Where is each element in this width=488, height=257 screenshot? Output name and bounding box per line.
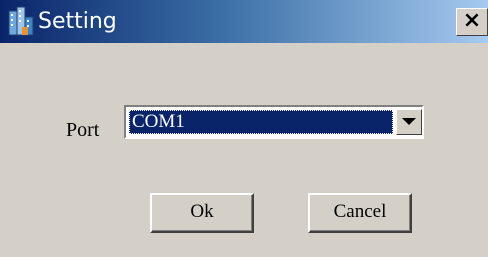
window-title: Setting bbox=[38, 9, 117, 34]
ok-button[interactable]: Ok bbox=[150, 193, 254, 233]
chevron-down-icon bbox=[402, 118, 416, 125]
port-select[interactable]: COM1 bbox=[124, 105, 424, 139]
cancel-button[interactable]: Cancel bbox=[308, 193, 412, 233]
port-label: Port bbox=[66, 119, 100, 141]
dropdown-button[interactable] bbox=[396, 109, 422, 135]
close-icon: × bbox=[462, 8, 482, 33]
setting-dialog: Setting × Port COM1 Ok Cancel bbox=[0, 0, 488, 257]
title-bar[interactable]: Setting × bbox=[0, 0, 488, 43]
buildings-icon bbox=[8, 5, 34, 37]
close-button[interactable]: × bbox=[456, 8, 488, 36]
port-select-value[interactable]: COM1 bbox=[129, 110, 393, 134]
